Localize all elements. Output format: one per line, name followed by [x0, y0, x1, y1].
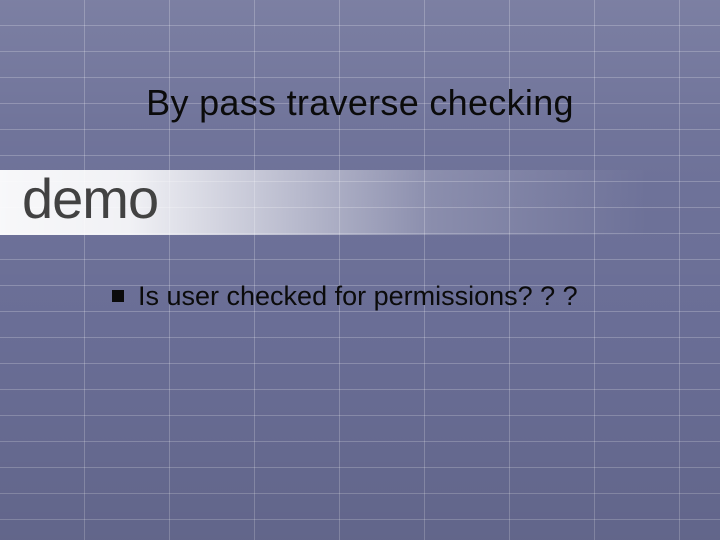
demo-label: demo — [22, 166, 158, 231]
list-item: Is user checked for permissions? ? ? — [112, 280, 680, 314]
demo-banner: demo — [0, 170, 720, 235]
slide: By pass traverse checking demo Is user c… — [0, 0, 720, 540]
bullet-text: Is user checked for permissions? ? ? — [138, 280, 578, 314]
bullet-list: Is user checked for permissions? ? ? — [112, 280, 680, 330]
square-bullet-icon — [112, 290, 124, 302]
slide-title: By pass traverse checking — [0, 82, 720, 124]
